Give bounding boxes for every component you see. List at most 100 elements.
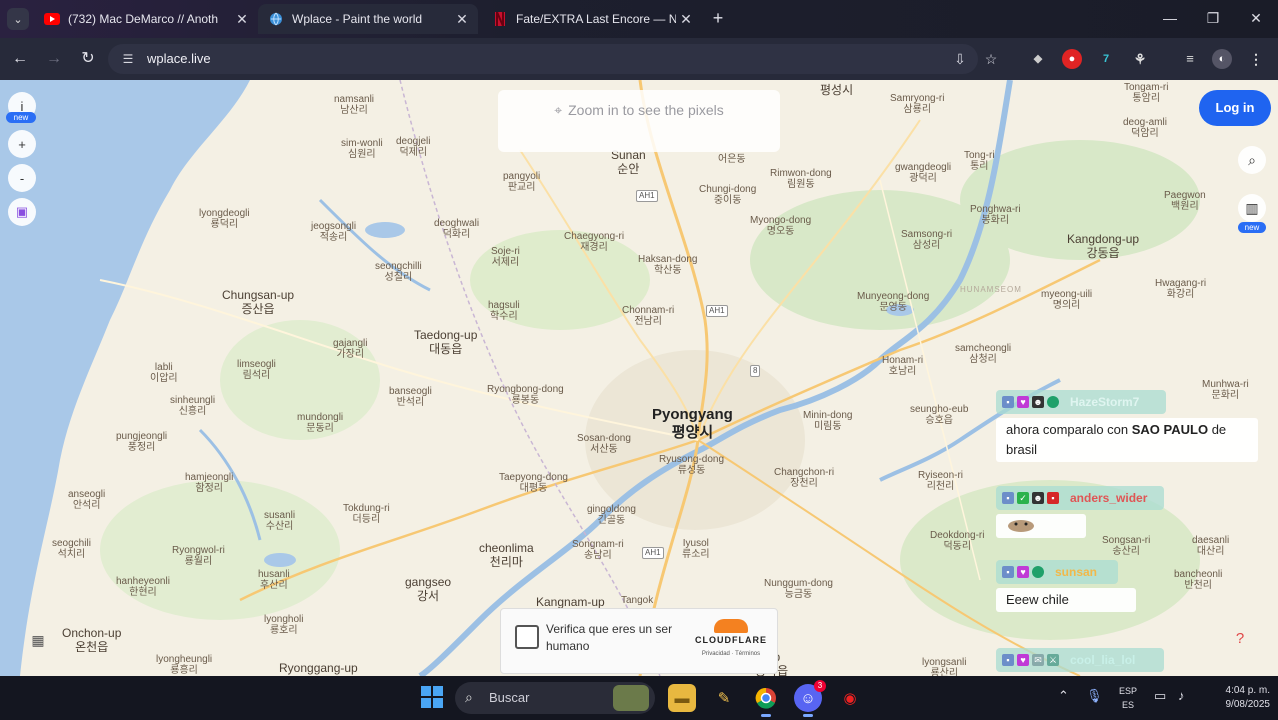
extension-shield-icon[interactable]: ◆ xyxy=(1028,49,1048,69)
install-app-icon[interactable]: ⇩ xyxy=(951,50,969,68)
map-watermark: HUNAMSEOM xyxy=(960,285,1022,294)
windows-start-icon[interactable] xyxy=(421,686,443,708)
place-label: Chonnam-ri 전남리 xyxy=(622,305,675,327)
tab-search-button[interactable]: ⌄ xyxy=(7,8,29,30)
road-shield: 8 xyxy=(750,365,761,377)
notepad-pen-icon[interactable]: ✎ xyxy=(710,684,738,712)
place-label: Ryusong-dong 류성동 xyxy=(659,454,725,476)
place-label: Ryonggang-up xyxy=(279,661,358,675)
place-label: Haksan-dong 학산동 xyxy=(638,254,698,276)
file-explorer-icon[interactable]: ▬ xyxy=(668,684,696,712)
place-label: Kangdong-up 강동읍 xyxy=(1067,232,1140,260)
bookmark-star-icon[interactable]: ☆ xyxy=(982,50,1000,68)
chat-message-header: ▪ ♥ ☻ HazeStorm7 xyxy=(996,390,1166,414)
grid-icon: ▦ xyxy=(31,631,45,648)
minimize-icon[interactable]: — xyxy=(1156,8,1184,28)
chat-message-text: ahora comparalo con SAO PAULO de brasil xyxy=(996,418,1258,462)
place-label: hanheyeonli 한현리 xyxy=(116,576,170,598)
search-location-button[interactable]: ⌕ xyxy=(1238,146,1266,174)
back-arrow-icon[interactable]: ← xyxy=(9,48,31,70)
chat-emote xyxy=(996,514,1086,538)
place-label: 평성시 xyxy=(820,83,854,97)
chat-username[interactable]: HazeStorm7 xyxy=(1070,395,1139,409)
moderator-badge-icon: ▪ xyxy=(1002,654,1014,666)
place-label: Taedong-up 대동읍 xyxy=(414,328,478,356)
twitch-button[interactable]: ▣ xyxy=(8,198,36,226)
reading-list-icon[interactable]: ≡ xyxy=(1180,49,1200,69)
zoom-in-button[interactable]: + xyxy=(8,130,36,158)
place-label: deogjeli 덕제리 xyxy=(396,136,431,158)
zoom-out-button[interactable]: - xyxy=(8,164,36,192)
place-label: Tangok xyxy=(621,595,654,606)
obs-record-icon[interactable]: ◉ xyxy=(836,684,864,712)
place-label: Changchon-ri 장천리 xyxy=(774,467,835,489)
new-badge: new xyxy=(1238,222,1266,233)
profile-avatar[interactable]: ◐ xyxy=(1212,49,1232,69)
close-icon[interactable]: ✕ xyxy=(234,11,250,27)
road-shield: AH1 xyxy=(706,305,728,317)
chat-username[interactable]: sunsan xyxy=(1055,565,1097,579)
chrome-icon[interactable] xyxy=(752,684,780,717)
map-viewport[interactable]: namsanli 남산리 sim-wonli 심원리 deogjeli 덕제리 pan… xyxy=(0,80,1278,676)
cursor-click-icon: ⌖ xyxy=(554,102,563,118)
close-icon[interactable]: ✕ xyxy=(454,11,470,27)
sword-badge-icon: ⚔ xyxy=(1047,654,1059,666)
leaderboard-button[interactable]: ▥ xyxy=(1238,194,1266,222)
new-tab-button[interactable]: + xyxy=(708,8,728,28)
toggle-overlay-button[interactable]: ▦ xyxy=(24,626,52,654)
place-label: Sunan 순안 xyxy=(611,148,646,176)
vip-badge-icon: ✓ xyxy=(1017,492,1029,504)
chat-message-header: ▪ ♥ ✉ ⚔ cool_lia_lol xyxy=(996,648,1164,672)
browser-toolbar: ← → ↻ ☰ wplace.live ⇩ ☆ ◆ ● 7 ⚘ ≡ ◐ ⋮ xyxy=(0,38,1278,80)
chat-username[interactable]: cool_lia_lol xyxy=(1070,653,1135,667)
tab-wplace[interactable]: Wplace - Paint the world ✕ xyxy=(258,4,478,34)
microphone-icon[interactable]: 🎙 xyxy=(1086,688,1103,704)
seventv-icon[interactable]: 7 xyxy=(1096,49,1116,69)
input-language[interactable]: ESP ES xyxy=(1116,684,1140,712)
place-label: susanli 수산리 xyxy=(264,510,296,532)
close-icon[interactable]: ✕ xyxy=(678,11,694,27)
reload-icon[interactable]: ↻ xyxy=(77,48,99,70)
place-label: Tong-ri 통리 xyxy=(964,150,995,172)
extensions-puzzle-icon[interactable]: ⚘ xyxy=(1130,49,1150,69)
network-icon[interactable]: ▭ xyxy=(1154,688,1166,704)
info-button[interactable]: i new xyxy=(6,92,36,123)
address-bar[interactable]: ☰ wplace.live ⇩ ☆ xyxy=(108,44,997,74)
place-label: Munhwa-ri 문화리 xyxy=(1202,379,1249,401)
tab-netflix[interactable]: Fate/EXTRA Last Encore — Netf ✕ xyxy=(492,4,694,34)
place-label: myeong-uili 명의리 xyxy=(1041,289,1093,311)
place-label: pungjeongli 풍정리 xyxy=(116,431,168,453)
place-label: samcheongli 삼청리 xyxy=(955,343,1012,365)
place-label: anseogli 안석리 xyxy=(68,489,106,511)
cloudflare-captcha: Verifica que eres un ser humano CLOUDFLA… xyxy=(500,608,778,674)
volume-icon[interactable]: ♪ xyxy=(1178,688,1185,703)
forward-arrow-icon[interactable]: → xyxy=(43,48,65,70)
menu-kebab-icon[interactable]: ⋮ xyxy=(1246,49,1266,69)
captcha-checkbox[interactable] xyxy=(515,625,539,649)
place-label: deoghwali 덕화리 xyxy=(434,218,480,240)
place-label: pangyoli 판교리 xyxy=(503,171,541,193)
system-clock[interactable]: 4:04 p. m. 9/08/2025 xyxy=(1200,684,1271,712)
tab-youtube[interactable]: (732) Mac DeMarco // Another ✕ xyxy=(44,4,250,34)
place-label: labli 이압리 xyxy=(150,362,178,384)
road-shield: AH1 xyxy=(636,190,658,202)
adblock-icon[interactable]: ● xyxy=(1062,49,1082,69)
help-button[interactable]: ? xyxy=(1226,624,1254,652)
site-settings-icon[interactable]: ☰ xyxy=(120,51,136,67)
restore-icon[interactable]: ❐ xyxy=(1199,8,1227,28)
place-label: Songsan-ri 송산리 xyxy=(1102,535,1151,557)
subscriber-badge-icon: ♥ xyxy=(1017,566,1029,578)
captcha-links[interactable]: Privacidad · Términos xyxy=(695,651,767,657)
place-label: banseogli 반석리 xyxy=(389,386,432,408)
taskbar-search[interactable]: ⌕ Buscar xyxy=(455,682,655,714)
place-label: deog-amli 덕암리 xyxy=(1123,117,1167,139)
discord-icon[interactable]: ☺ 3 xyxy=(794,680,826,717)
login-button[interactable]: Log in xyxy=(1199,90,1271,126)
close-window-icon[interactable]: ✕ xyxy=(1242,8,1270,28)
place-label: Kangnam-up xyxy=(536,595,605,609)
emote-badge-icon: ☻ xyxy=(1032,396,1044,408)
tab-title: (732) Mac DeMarco // Another xyxy=(68,12,218,26)
moderator-badge-icon: ▪ xyxy=(1002,396,1014,408)
chat-username[interactable]: anders_wider xyxy=(1070,491,1147,505)
tray-chevron-icon[interactable]: ⌃ xyxy=(1058,688,1069,704)
